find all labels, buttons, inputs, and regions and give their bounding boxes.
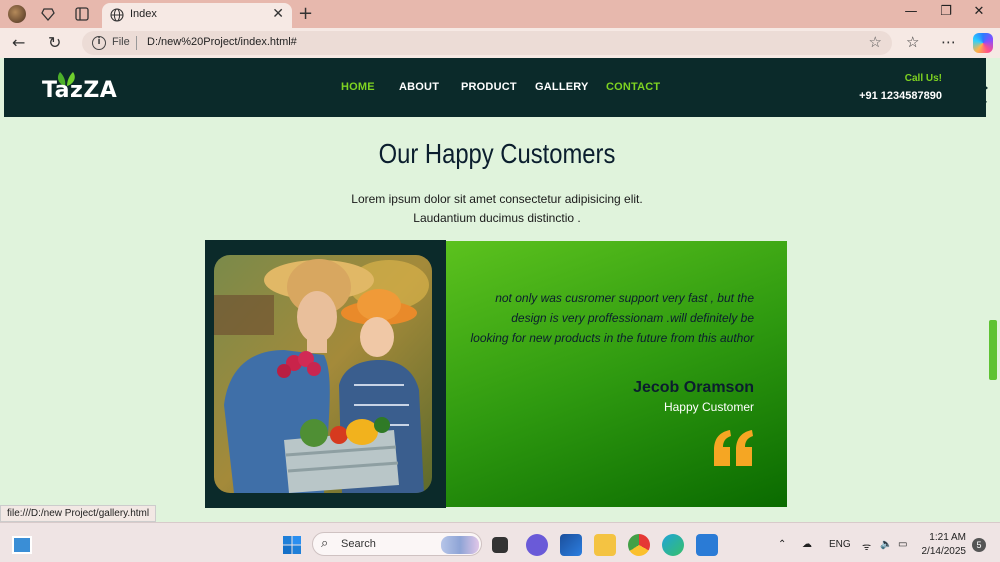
quote-mark-icon [714,430,753,466]
testimonial-quote: not only was cusromer support very fast … [470,291,754,345]
new-tab-button[interactable]: + [298,3,313,24]
more-options-icon[interactable]: ⋯ [941,33,956,51]
edge-icon[interactable] [662,534,684,556]
minimize-icon[interactable]: — [896,4,926,19]
section-lead-line1: Lorem ipsum dolor sit amet consectetur a… [351,192,643,206]
section-lead-line2: Laudantium ducimus distinctio . [413,211,581,225]
windows-start-icon[interactable] [282,535,302,555]
windows-taskbar: ⌕ Search ⌃ ☁ ENG ᯤ 🔈 ▭ 1:21 AM 2/14/2025… [0,522,1000,562]
header-brush-edge-left [4,58,22,117]
call-us-label: Call Us! [904,73,942,84]
vscode-icon[interactable] [696,534,718,556]
header-brush-edge-right [968,58,988,117]
site-logo[interactable]: TazZA [42,78,117,103]
section-title: Our Happy Customers [378,138,616,169]
favorites-icon[interactable]: ☆ [906,33,919,51]
address-bar[interactable]: i File D:/new%20Project/index.html# ☆ [82,31,892,55]
restore-icon[interactable]: ❐ [931,4,961,19]
customer-photo [214,255,432,493]
info-icon[interactable]: i [92,36,106,50]
browser-tab-bar: Index ✕ + — ❐ ✕ [0,0,1000,28]
url-text[interactable]: D:/new%20Project/index.html# [147,36,297,48]
language-indicator[interactable]: ENG [829,539,851,550]
widgets-icon[interactable] [12,536,32,554]
search-highlight-image [441,536,479,554]
nav-about[interactable]: ABOUT [399,81,439,93]
file-explorer-icon[interactable] [594,534,616,556]
onedrive-icon[interactable]: ☁ [802,539,812,550]
wifi-icon[interactable]: ᯤ [862,539,871,553]
copilot-icon[interactable] [973,33,993,53]
favorite-star-icon[interactable]: ☆ [869,33,882,51]
page-scrollbar[interactable] [988,58,1000,522]
chat-app-icon[interactable] [526,534,548,556]
nav-product[interactable]: PRODUCT [461,81,517,93]
globe-icon [110,8,124,22]
nav-home[interactable]: HOME [341,81,375,93]
notification-badge[interactable]: 5 [972,538,986,552]
workspaces-icon[interactable] [40,6,56,22]
scrollbar-thumb[interactable] [989,320,997,380]
tab-title: Index [130,8,157,20]
close-tab-icon[interactable]: ✕ [272,6,284,22]
volume-icon[interactable]: 🔈 [880,539,892,550]
link-status-bar: file:///D:/new Project/gallery.html [0,505,157,522]
battery-icon[interactable]: ▭ [898,539,907,550]
clock-time: 1:21 AM [929,532,966,543]
store-icon[interactable] [560,534,582,556]
refresh-icon[interactable]: ↻ [48,33,61,52]
taskbar-search[interactable]: ⌕ Search [312,532,482,556]
customer-role: Happy Customer [663,400,754,414]
testimonial-card [446,241,787,507]
nav-gallery[interactable]: GALLERY [535,81,589,93]
task-view-icon[interactable] [492,537,508,553]
tab-actions-icon[interactable] [74,6,90,22]
search-label: Search [341,538,376,550]
browser-toolbar: ← ↻ i File D:/new%20Project/index.html# … [0,28,1000,58]
search-icon: ⌕ [321,536,329,551]
nav-contact[interactable]: CONTACT [606,81,660,93]
back-icon[interactable]: ← [12,33,25,52]
address-prefix: File [112,36,130,48]
clock-date: 2/14/2025 [921,546,967,557]
show-hidden-icons-icon[interactable]: ⌃ [778,539,786,550]
close-window-icon[interactable]: ✕ [964,4,994,19]
taskbar-clock[interactable]: 1:21 AM 2/14/2025 [916,531,967,559]
customer-name: Jecob Oramson [633,379,754,396]
browser-tab[interactable]: Index ✕ [102,3,292,28]
chrome-icon[interactable] [628,534,650,556]
profile-avatar[interactable] [8,5,26,23]
phone-number[interactable]: +91 1234587890 [859,90,942,102]
address-divider [136,36,137,50]
